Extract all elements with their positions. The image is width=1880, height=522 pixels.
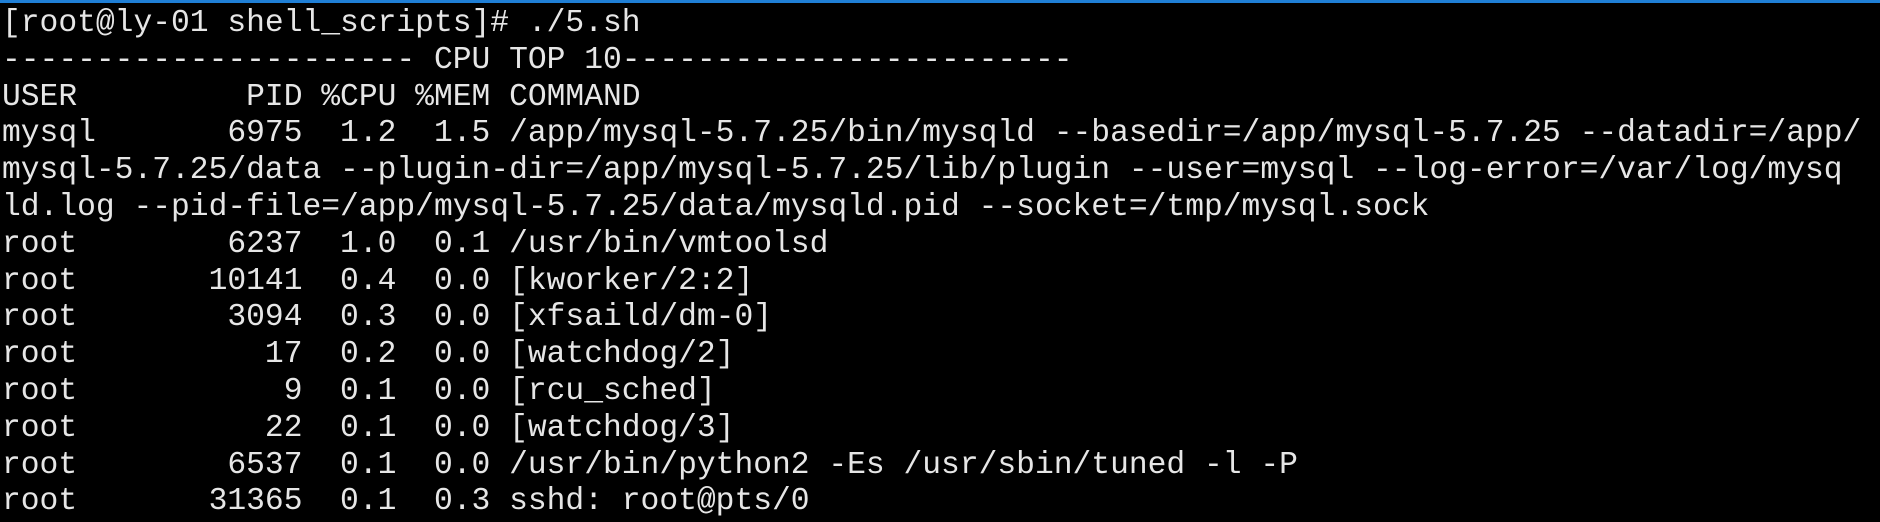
- table-header: USER PID %CPU %MEM COMMAND: [2, 79, 641, 115]
- process-row: mysql 6975 1.2 1.5 /app/mysql-5.7.25/bin…: [2, 116, 1862, 152]
- process-row: root 10141 0.4 0.0 [kworker/2:2]: [2, 263, 754, 299]
- process-row-wrap: mysql-5.7.25/data --plugin-dir=/app/mysq…: [2, 153, 1843, 189]
- process-row: root 6237 1.0 0.1 /usr/bin/vmtoolsd: [2, 226, 829, 262]
- process-row: root 17 0.2 0.0 [watchdog/2]: [2, 337, 735, 373]
- process-row: root 22 0.1 0.0 [watchdog/3]: [2, 410, 735, 446]
- process-row: root 6537 0.1 0.0 /usr/bin/python2 -Es /…: [2, 447, 1298, 483]
- terminal-output[interactable]: [root@ly-01 shell_scripts]# ./5.sh ------…: [2, 6, 1861, 521]
- process-row: root 31365 0.1 0.3 sshd: root@pts/0: [2, 484, 810, 520]
- section-header: ---------------------- CPU TOP 10-------…: [2, 42, 1073, 78]
- prompt-line: [root@ly-01 shell_scripts]# ./5.sh: [2, 6, 641, 41]
- process-row: root 9 0.1 0.0 [rcu_sched]: [2, 373, 716, 409]
- process-row-wrap: ld.log --pid-file=/app/mysql-5.7.25/data…: [2, 189, 1430, 225]
- window-top-border: [0, 0, 1880, 3]
- process-row: root 3094 0.3 0.0 [xfsaild/dm-0]: [2, 300, 773, 336]
